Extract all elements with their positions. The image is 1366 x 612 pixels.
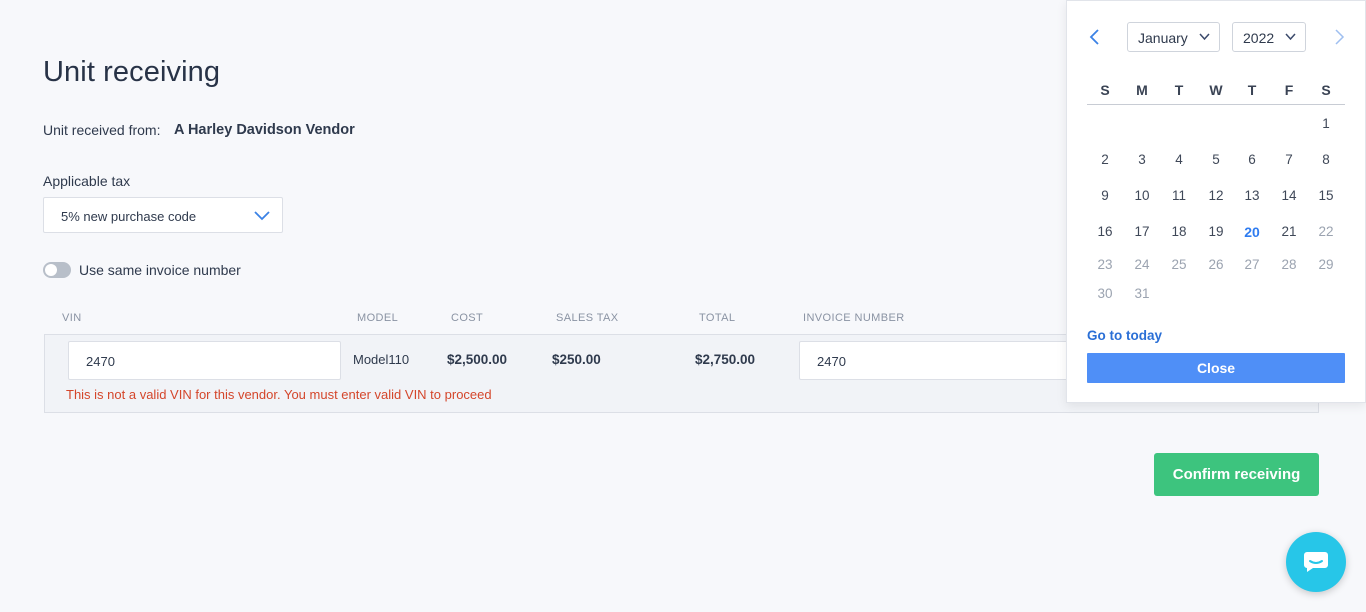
calendar-day[interactable]: 14 <box>1274 188 1304 203</box>
calendar-day[interactable]: 20 <box>1237 224 1267 240</box>
calendar-day[interactable]: 22 <box>1311 224 1341 239</box>
date-picker: January 2022 SMTWTFS 1 2 3 4 5 6 7 8 9 10 11 12 13 14… <box>1066 0 1366 403</box>
chevron-left-icon[interactable] <box>1087 27 1103 47</box>
year-select[interactable]: 2022 <box>1232 22 1306 52</box>
applicable-tax-value: 5% new purchase code <box>61 209 197 224</box>
calendar-day[interactable]: 30 <box>1090 286 1120 301</box>
calendar-day[interactable]: 27 <box>1237 257 1267 272</box>
go-to-today-link[interactable]: Go to today <box>1087 328 1162 343</box>
calendar-day[interactable]: 9 <box>1090 188 1120 203</box>
calendar-day[interactable]: 23 <box>1090 257 1120 272</box>
calendar-day[interactable]: 13 <box>1237 188 1267 203</box>
close-button[interactable]: Close <box>1087 353 1345 383</box>
calendar-day[interactable]: 26 <box>1201 257 1231 272</box>
chat-button[interactable] <box>1286 532 1346 592</box>
calendar-day[interactable]: 21 <box>1274 224 1304 239</box>
calendar-day[interactable]: 16 <box>1090 224 1120 239</box>
weekday-header: T <box>1247 82 1257 98</box>
received-from-row: Unit received from: A Harley Davidson Ve… <box>43 122 355 138</box>
weekday-divider <box>1087 104 1345 105</box>
calendar-day[interactable]: 19 <box>1201 224 1231 239</box>
weekday-header: F <box>1284 82 1294 98</box>
calendar-day[interactable]: 25 <box>1164 257 1194 272</box>
calendar-day[interactable]: 5 <box>1201 152 1231 167</box>
header-model: MODEL <box>357 312 399 324</box>
weekday-header: S <box>1321 82 1331 98</box>
calendar-day[interactable]: 2 <box>1090 152 1120 167</box>
chevron-right-icon[interactable] <box>1331 27 1347 47</box>
weekday-header: S <box>1100 82 1110 98</box>
header-sales-tax: SALES TAX <box>556 312 619 324</box>
calendar-day[interactable]: 12 <box>1201 188 1231 203</box>
calendar-day[interactable]: 4 <box>1164 152 1194 167</box>
calendar-day[interactable]: 7 <box>1274 152 1304 167</box>
header-vin: VIN <box>62 312 82 324</box>
chevron-down-icon <box>254 211 270 221</box>
received-from-label: Unit received from: <box>43 122 161 138</box>
calendar-day[interactable]: 18 <box>1164 224 1194 239</box>
calendar-day[interactable]: 31 <box>1127 286 1157 301</box>
confirm-receiving-button[interactable]: Confirm receiving <box>1154 453 1319 496</box>
same-invoice-toggle[interactable] <box>43 262 71 278</box>
invoice-number-input[interactable]: 2470 <box>799 341 1079 380</box>
vin-input[interactable]: 2470 <box>68 341 341 380</box>
calendar-day[interactable]: 29 <box>1311 257 1341 272</box>
weekday-header: M <box>1136 82 1148 98</box>
total-cell: $2,750.00 <box>695 352 756 367</box>
calendar-day[interactable]: 1 <box>1311 116 1341 131</box>
calendar-day[interactable]: 10 <box>1127 188 1157 203</box>
applicable-tax-select[interactable]: 5% new purchase code <box>43 197 283 233</box>
header-cost: COST <box>451 312 484 324</box>
chevron-down-icon <box>1199 33 1210 41</box>
header-invoice-number: INVOICE NUMBER <box>803 312 905 324</box>
calendar-day[interactable]: 15 <box>1311 188 1341 203</box>
sales-tax-cell: $250.00 <box>552 352 601 367</box>
weekday-header: T <box>1174 82 1184 98</box>
calendar-day[interactable]: 6 <box>1237 152 1267 167</box>
same-invoice-toggle-row: Use same invoice number <box>43 262 241 278</box>
calendar-day[interactable]: 28 <box>1274 257 1304 272</box>
vendor-name: A Harley Davidson Vendor <box>174 122 355 138</box>
same-invoice-label: Use same invoice number <box>79 262 241 278</box>
year-value: 2022 <box>1243 30 1275 46</box>
chat-icon <box>1304 552 1328 572</box>
calendar-day[interactable]: 8 <box>1311 152 1341 167</box>
cost-cell: $2,500.00 <box>447 352 508 367</box>
calendar-day[interactable]: 17 <box>1127 224 1157 239</box>
vin-error-message: This is not a valid VIN for this vendor.… <box>66 387 492 402</box>
header-total: TOTAL <box>699 312 736 324</box>
toggle-knob <box>45 264 57 276</box>
page-title: Unit receiving <box>43 56 221 88</box>
chevron-down-icon <box>1285 33 1296 41</box>
calendar-day[interactable]: 24 <box>1127 257 1157 272</box>
weekday-header: W <box>1209 82 1223 98</box>
calendar-day[interactable]: 3 <box>1127 152 1157 167</box>
month-value: January <box>1138 30 1188 46</box>
applicable-tax-label: Applicable tax <box>43 173 131 189</box>
calendar-day[interactable]: 11 <box>1164 188 1194 203</box>
model-cell: Model110 <box>353 352 410 367</box>
month-select[interactable]: January <box>1127 22 1220 52</box>
